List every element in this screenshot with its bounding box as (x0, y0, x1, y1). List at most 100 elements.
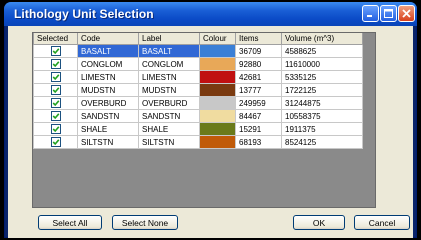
items-cell[interactable]: 249959 (235, 96, 282, 110)
colour-swatch (200, 97, 235, 109)
row-checkbox[interactable] (50, 98, 61, 108)
maximize-icon (384, 9, 393, 18)
items-cell[interactable]: 84467 (235, 109, 282, 123)
select-none-button[interactable]: Select None (112, 215, 178, 230)
colour-cell[interactable] (199, 135, 236, 149)
volume-cell[interactable]: 31244875 (281, 96, 363, 110)
code-cell[interactable]: SILTSTN (77, 135, 139, 149)
colour-cell[interactable] (199, 57, 236, 71)
close-icon (402, 9, 411, 18)
table-row[interactable]: OVERBURD OVERBURD 249959 31244875 (33, 96, 363, 110)
colour-swatch (200, 84, 235, 96)
row-checkbox[interactable] (50, 124, 61, 134)
code-cell[interactable]: SANDSTN (77, 109, 139, 123)
label-cell[interactable]: SANDSTN (138, 109, 200, 123)
colour-cell[interactable] (199, 70, 236, 84)
selected-cell[interactable] (33, 44, 78, 58)
row-checkbox[interactable] (50, 72, 61, 82)
volume-cell[interactable]: 5335125 (281, 70, 363, 84)
row-checkbox[interactable] (50, 85, 61, 95)
row-checkbox[interactable] (50, 59, 61, 69)
colour-swatch (200, 123, 235, 135)
colour-cell[interactable] (199, 83, 236, 97)
selected-cell[interactable] (33, 135, 78, 149)
header-volume[interactable]: Volume (m^3) (281, 33, 363, 45)
items-cell[interactable]: 68193 (235, 135, 282, 149)
window-title: Lithology Unit Selection (14, 7, 154, 21)
items-cell[interactable]: 42681 (235, 70, 282, 84)
items-cell[interactable]: 15291 (235, 122, 282, 136)
header-selected[interactable]: Selected (33, 33, 78, 45)
header-label[interactable]: Label (138, 33, 200, 45)
label-cell[interactable]: CONGLOM (138, 57, 200, 71)
volume-cell[interactable]: 11610000 (281, 57, 363, 71)
volume-cell[interactable]: 4588625 (281, 44, 363, 58)
grid-header-row: Selected Code Label Colour Items Volume … (33, 33, 363, 45)
selected-cell[interactable] (33, 96, 78, 110)
items-cell[interactable]: 92880 (235, 57, 282, 71)
selected-cell[interactable] (33, 109, 78, 123)
items-cell[interactable]: 36709 (235, 44, 282, 58)
label-cell[interactable]: SHALE (138, 122, 200, 136)
header-items[interactable]: Items (235, 33, 282, 45)
code-cell[interactable]: CONGLOM (77, 57, 139, 71)
colour-swatch (200, 45, 235, 57)
table-row[interactable]: SILTSTN SILTSTN 68193 8524125 (33, 135, 363, 149)
lithology-grid[interactable]: Selected Code Label Colour Items Volume … (32, 32, 376, 208)
colour-cell[interactable] (199, 109, 236, 123)
table-row[interactable]: CONGLOM CONGLOM 92880 11610000 (33, 57, 363, 71)
code-cell[interactable]: MUDSTN (77, 83, 139, 97)
table-row[interactable]: SANDSTN SANDSTN 84467 10558375 (33, 109, 363, 123)
checkmark-icon (52, 87, 59, 94)
cancel-button[interactable]: Cancel (354, 215, 410, 230)
volume-cell[interactable]: 10558375 (281, 109, 363, 123)
code-cell[interactable]: OVERBURD (77, 96, 139, 110)
dialog-window: Lithology Unit Selection Selected Code L… (4, 2, 417, 238)
volume-cell[interactable]: 8524125 (281, 135, 363, 149)
colour-cell[interactable] (199, 122, 236, 136)
table-row[interactable]: LIMESTN LIMESTN 42681 5335125 (33, 70, 363, 84)
label-cell[interactable]: BASALT (138, 44, 200, 58)
select-all-button[interactable]: Select All (38, 215, 102, 230)
checkmark-icon (52, 113, 59, 120)
maximize-button[interactable] (380, 5, 397, 22)
code-cell[interactable]: LIMESTN (77, 70, 139, 84)
code-cell[interactable]: SHALE (77, 122, 139, 136)
minimize-icon (367, 15, 372, 17)
items-cell[interactable]: 13777 (235, 83, 282, 97)
table-row[interactable]: MUDSTN MUDSTN 13777 1722125 (33, 83, 363, 97)
table-row[interactable]: BASALT BASALT 36709 4588625 (33, 44, 363, 58)
code-cell[interactable]: BASALT (77, 44, 139, 58)
checkmark-icon (52, 74, 59, 81)
header-code[interactable]: Code (77, 33, 139, 45)
row-checkbox[interactable] (50, 137, 61, 147)
colour-cell[interactable] (199, 96, 236, 110)
colour-cell[interactable] (199, 44, 236, 58)
volume-cell[interactable]: 1722125 (281, 83, 363, 97)
selected-cell[interactable] (33, 70, 78, 84)
volume-cell[interactable]: 1911375 (281, 122, 363, 136)
row-checkbox[interactable] (50, 46, 61, 56)
minimize-button[interactable] (362, 5, 379, 22)
ok-button[interactable]: OK (293, 215, 345, 230)
table-row[interactable]: SHALE SHALE 15291 1911375 (33, 122, 363, 136)
dialog-client-area: Selected Code Label Colour Items Volume … (8, 26, 413, 238)
selected-cell[interactable] (33, 57, 78, 71)
header-colour[interactable]: Colour (199, 33, 236, 45)
checkmark-icon (52, 61, 59, 68)
label-cell[interactable]: SILTSTN (138, 135, 200, 149)
label-cell[interactable]: LIMESTN (138, 70, 200, 84)
colour-swatch (200, 110, 235, 122)
row-checkbox[interactable] (50, 111, 61, 121)
colour-swatch (200, 136, 235, 148)
label-cell[interactable]: OVERBURD (138, 96, 200, 110)
close-button[interactable] (398, 5, 415, 22)
selected-cell[interactable] (33, 83, 78, 97)
colour-swatch (200, 71, 235, 83)
lithology-table: Selected Code Label Colour Items Volume … (33, 33, 363, 149)
label-cell[interactable]: MUDSTN (138, 83, 200, 97)
checkmark-icon (52, 48, 59, 55)
title-bar[interactable]: Lithology Unit Selection (4, 2, 417, 26)
checkmark-icon (52, 100, 59, 107)
selected-cell[interactable] (33, 122, 78, 136)
